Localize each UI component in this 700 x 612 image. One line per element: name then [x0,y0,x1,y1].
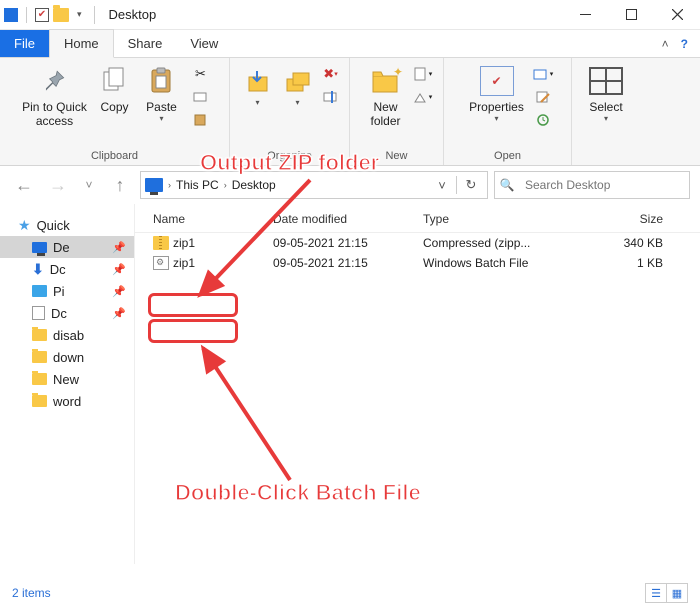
pinned-icon: 📌 [112,241,134,254]
group-open-label: Open [494,150,521,162]
annotation-output-label: Output ZIP folder [200,150,379,176]
sidebar-item-folder[interactable]: New [0,368,134,390]
help-icon[interactable]: ? [681,37,688,51]
breadcrumb-dropdown-icon[interactable]: ˅ [430,172,454,198]
pinned-icon: 📌 [112,307,134,320]
group-clipboard-label: Clipboard [91,150,138,162]
qa-folder-icon[interactable] [53,8,69,22]
easy-access-button[interactable]: ▾ [412,87,434,107]
svg-text:✦: ✦ [393,66,403,79]
forward-button[interactable]: → [44,171,72,199]
close-button[interactable] [654,0,700,30]
collapse-ribbon-icon[interactable]: ˄ [662,37,669,51]
new-item-button[interactable]: ▾ [412,64,434,84]
delete-button[interactable]: ✖▾ [320,64,342,84]
sidebar-item-documents[interactable]: Dc 📌 [0,302,134,324]
recent-locations-button[interactable]: ˅ [78,171,100,199]
column-size[interactable]: Size [583,212,663,226]
sidebar-item-folder[interactable]: word [0,390,134,412]
folder-icon [32,395,47,407]
sidebar-item-downloads[interactable]: ⬇ Dc 📌 [0,258,134,280]
qa-customize-chevron-icon[interactable]: ▾ [73,9,86,20]
open-button[interactable]: ▾ [532,64,554,84]
edit-button[interactable] [532,87,554,107]
item-count: 2 items [12,586,51,600]
copy-path-button[interactable] [190,87,212,107]
document-icon [32,306,45,320]
chevron-right-icon[interactable]: › [163,180,176,190]
folder-icon [32,351,47,363]
sidebar-item-desktop[interactable]: De 📌 [0,236,134,258]
column-type[interactable]: Type [423,212,583,226]
copy-button[interactable]: Copy [92,62,138,114]
monitor-icon [32,242,47,253]
zip-icon [153,236,169,250]
folder-icon [32,329,47,341]
search-input[interactable] [519,178,689,192]
search-box[interactable]: 🔍 [494,171,690,199]
batch-file-icon [153,256,169,270]
large-icons-view-button[interactable]: ▦ [666,583,688,603]
tab-view[interactable]: View [176,30,232,57]
star-icon: ★ [18,217,31,234]
annotation-arrow-batch [195,340,315,485]
select-button[interactable]: Select ▾ [578,62,634,123]
tab-share[interactable]: Share [114,30,177,57]
folder-icon [32,373,47,385]
window-title: Desktop [103,7,157,22]
sidebar-item-folder[interactable]: down [0,346,134,368]
this-pc-icon [145,178,163,192]
maximize-button[interactable] [608,0,654,30]
qa-sep [94,6,95,24]
grid-icon [589,67,623,95]
tab-file[interactable]: File [0,30,49,57]
paste-shortcut-button[interactable] [190,110,212,130]
up-button[interactable]: ↑ [106,171,134,199]
qa-properties-icon[interactable]: ✔ [35,8,49,22]
qa-separator [26,7,27,23]
search-icon: 🔍 [495,178,519,192]
pinned-icon: 📌 [112,263,134,276]
title-bar: ✔ ▾ Desktop [0,0,700,30]
paste-dropdown-icon[interactable]: ▾ [159,114,163,123]
properties-button[interactable]: ✔ Properties ▾ [462,62,532,123]
pinned-icon: 📌 [112,285,134,298]
navigation-pane[interactable]: ★ Quick De 📌 ⬇ Dc 📌 Pi 📌 Dc 📌 disab [0,204,135,564]
minimize-button[interactable] [562,0,608,30]
details-view-button[interactable]: ☰ [645,583,667,603]
tab-home[interactable]: Home [49,29,114,58]
back-button[interactable]: ← [10,171,38,199]
download-icon: ⬇ [32,261,44,278]
pin-to-quick-access-button[interactable]: Pin to Quick access [18,62,92,129]
paste-button[interactable]: Paste ▾ [138,62,186,123]
app-icon [4,8,18,22]
group-new-label: New [385,150,407,162]
annotation-arrow-output [190,175,330,305]
new-folder-button[interactable]: ✦ New folder [360,62,412,129]
sidebar-item-pictures[interactable]: Pi 📌 [0,280,134,302]
copy-to-button[interactable]: ▾ [278,62,318,107]
history-button[interactable] [532,110,554,130]
move-to-button[interactable]: ▾ [238,62,278,107]
status-bar: 2 items ☰ ▦ [0,580,700,606]
refresh-button[interactable]: ↻ [459,172,483,198]
quick-access[interactable]: ★ Quick [0,214,134,236]
ribbon-tabs: File Home Share View ˄ ? [0,30,700,58]
sidebar-item-folder[interactable]: disab [0,324,134,346]
rename-button[interactable] [320,87,342,107]
picture-icon [32,285,47,297]
cut-button[interactable]: ✂ [190,64,212,84]
check-icon: ✔ [480,66,514,96]
